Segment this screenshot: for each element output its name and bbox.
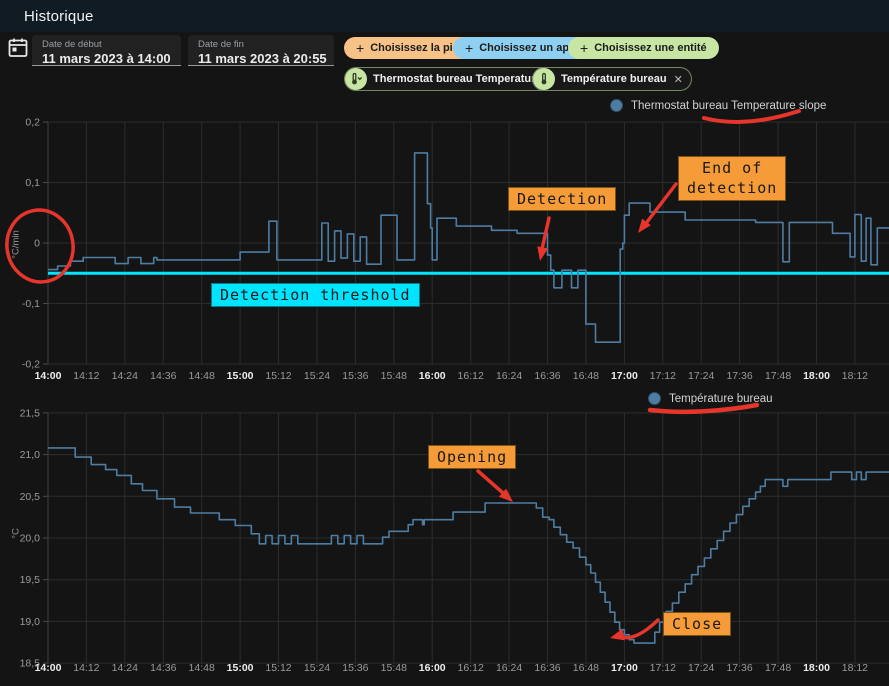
svg-text:15:24: 15:24 — [304, 662, 330, 674]
svg-text:18:00: 18:00 — [803, 370, 830, 382]
annotation-detection: Detection — [508, 187, 616, 211]
calendar-button[interactable] — [7, 37, 31, 61]
start-date-label: Date de début — [42, 40, 171, 50]
svg-text:0,1: 0,1 — [25, 177, 40, 189]
svg-text:17:48: 17:48 — [765, 370, 791, 382]
plus-icon: + — [580, 41, 588, 55]
svg-text:21,0: 21,0 — [20, 449, 41, 461]
svg-text:18,5: 18,5 — [20, 658, 41, 670]
choose-entity-label: Choisissez une entité — [594, 42, 706, 54]
svg-text:17:24: 17:24 — [688, 662, 714, 674]
end-date-field[interactable]: Date de fin 11 mars 2023 à 20:55 — [188, 35, 334, 66]
slope-chart: Thermostat bureau Temperature slope °C/m… — [0, 95, 889, 390]
svg-text:15:36: 15:36 — [342, 370, 368, 382]
svg-text:14:24: 14:24 — [112, 370, 138, 382]
start-date-value: 11 mars 2023 à 14:00 — [42, 51, 171, 66]
svg-text:16:48: 16:48 — [573, 370, 599, 382]
svg-text:14:00: 14:00 — [35, 370, 62, 382]
annotation-opening: Opening — [428, 445, 516, 469]
end-date-value: 11 mars 2023 à 20:55 — [198, 51, 324, 66]
svg-text:16:12: 16:12 — [458, 370, 484, 382]
history-page: { "header": { "title": "Historique" }, "… — [0, 0, 889, 686]
svg-text:15:00: 15:00 — [227, 370, 254, 382]
svg-text:15:12: 15:12 — [265, 662, 291, 674]
annotation-end-line2: detection — [687, 178, 777, 198]
svg-text:17:12: 17:12 — [650, 370, 676, 382]
svg-text:0,2: 0,2 — [25, 117, 40, 129]
temperature-plot-area[interactable]: 14:0014:1214:2414:3614:4815:0015:1215:24… — [0, 390, 889, 686]
start-date-field[interactable]: Date de début 11 mars 2023 à 14:00 — [32, 35, 181, 66]
svg-text:15:48: 15:48 — [381, 662, 407, 674]
svg-text:15:00: 15:00 — [227, 662, 254, 674]
svg-text:18:00: 18:00 — [803, 662, 830, 674]
svg-text:-0,2: -0,2 — [22, 359, 40, 371]
annotation-detection-threshold: Detection threshold — [211, 283, 420, 307]
annotation-end-line1: End of — [687, 158, 777, 178]
thermometer-icon — [533, 68, 555, 90]
plus-icon: + — [356, 41, 364, 55]
app-header: Historique — [0, 0, 889, 32]
temperature-chart: Température bureau °C 14:0014:1214:2414:… — [0, 390, 889, 686]
svg-text:16:36: 16:36 — [534, 662, 560, 674]
entity-chip-temperature[interactable]: Température bureau ✕ — [532, 67, 692, 91]
svg-text:15:48: 15:48 — [381, 370, 407, 382]
close-icon[interactable]: ✕ — [674, 73, 683, 86]
svg-text:21,5: 21,5 — [20, 407, 41, 419]
svg-text:17:12: 17:12 — [650, 662, 676, 674]
svg-text:17:36: 17:36 — [726, 370, 752, 382]
svg-text:17:36: 17:36 — [726, 662, 752, 674]
plus-icon: + — [465, 41, 473, 55]
svg-text:0: 0 — [34, 238, 40, 250]
svg-text:14:12: 14:12 — [73, 370, 99, 382]
svg-text:20,5: 20,5 — [20, 491, 41, 503]
svg-text:16:00: 16:00 — [419, 662, 446, 674]
svg-text:16:24: 16:24 — [496, 662, 522, 674]
svg-text:15:12: 15:12 — [265, 370, 291, 382]
svg-text:16:48: 16:48 — [573, 662, 599, 674]
annotation-end-of-detection: End of detection — [678, 156, 786, 201]
page-title: Historique — [24, 8, 94, 25]
svg-text:14:48: 14:48 — [189, 370, 215, 382]
svg-text:14:36: 14:36 — [150, 370, 176, 382]
svg-text:18:12: 18:12 — [842, 662, 868, 674]
svg-text:16:00: 16:00 — [419, 370, 446, 382]
thermometer-chevron-icon — [345, 68, 367, 90]
entity-chip-label: Température bureau — [561, 73, 667, 85]
end-date-label: Date de fin — [198, 40, 324, 50]
svg-text:17:00: 17:00 — [611, 370, 638, 382]
slope-plot-area[interactable]: 14:00 14:12 14:24 14:36 14:48 15:00 15:12 15:24… — [0, 95, 889, 390]
calendar-icon — [7, 37, 29, 59]
choose-entity-button[interactable]: + Choisissez une entité — [568, 37, 719, 59]
svg-text:-0,1: -0,1 — [22, 298, 40, 310]
svg-text:14:36: 14:36 — [150, 662, 176, 674]
svg-text:17:24: 17:24 — [688, 370, 714, 382]
svg-text:17:00: 17:00 — [611, 662, 638, 674]
annotation-close: Close — [663, 612, 731, 636]
svg-text:16:12: 16:12 — [458, 662, 484, 674]
svg-text:17:48: 17:48 — [765, 662, 791, 674]
svg-text:18:12: 18:12 — [842, 370, 868, 382]
svg-text:15:24: 15:24 — [304, 370, 330, 382]
svg-text:19,0: 19,0 — [20, 616, 41, 628]
svg-text:16:36: 16:36 — [534, 370, 560, 382]
svg-text:14:24: 14:24 — [112, 662, 138, 674]
svg-text:14:48: 14:48 — [189, 662, 215, 674]
svg-text:14:12: 14:12 — [73, 662, 99, 674]
svg-text:19,5: 19,5 — [20, 574, 41, 586]
svg-text:16:24: 16:24 — [496, 370, 522, 382]
svg-text:15:36: 15:36 — [342, 662, 368, 674]
svg-text:20,0: 20,0 — [20, 533, 41, 545]
